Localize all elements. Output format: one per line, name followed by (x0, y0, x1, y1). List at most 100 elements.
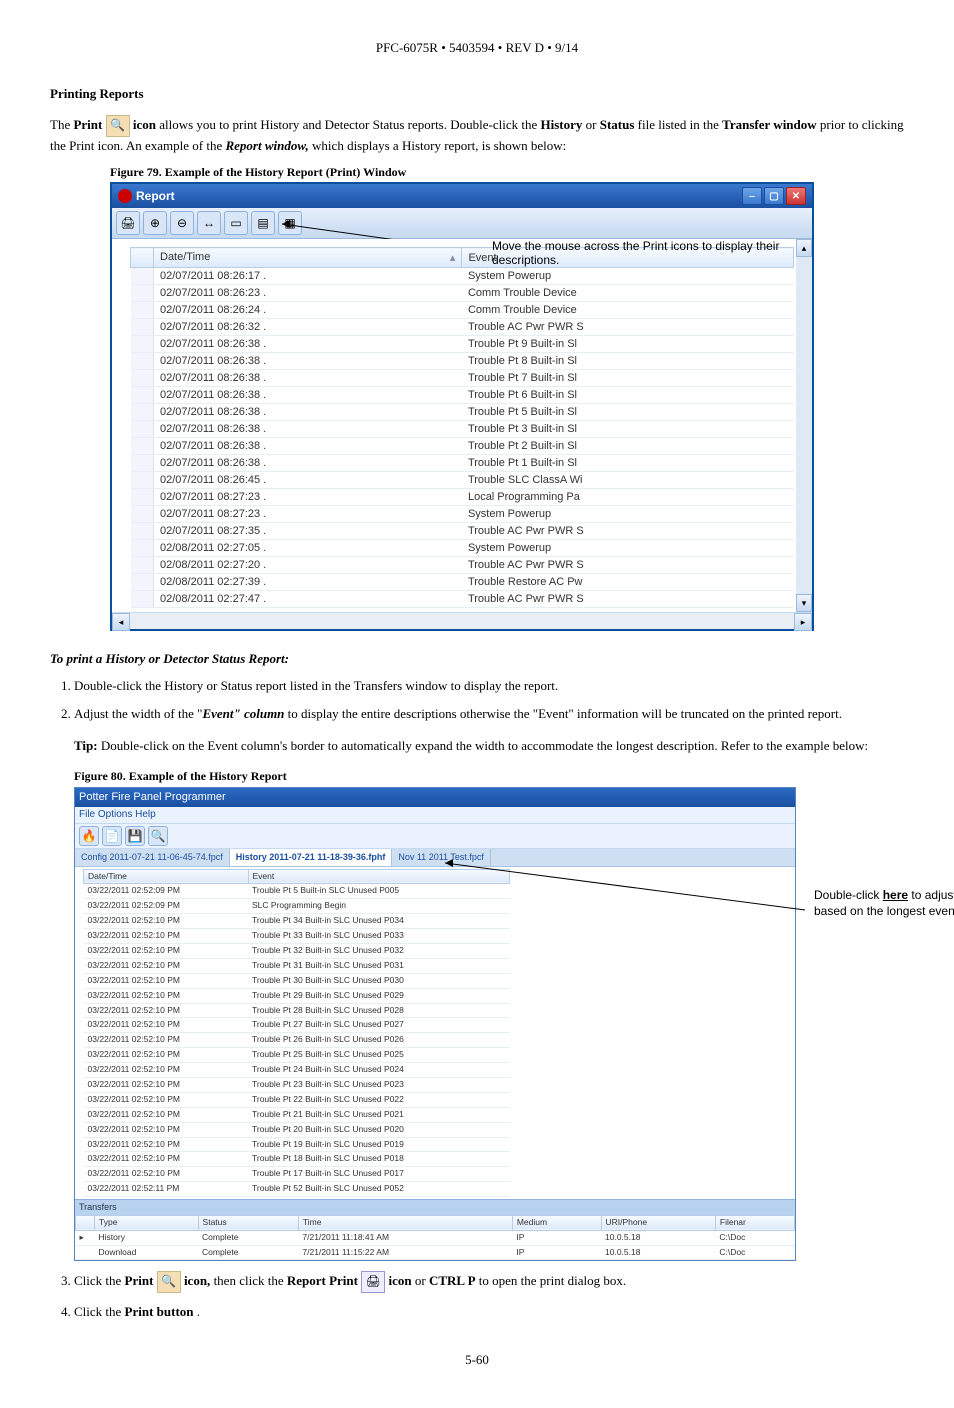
table-row[interactable]: 03/22/2011 02:52:10 PMTrouble Pt 25 Buil… (84, 1048, 510, 1063)
print-icon[interactable]: 🖨 (116, 211, 140, 235)
row-selector[interactable] (131, 438, 154, 455)
cell-datetime: 02/07/2011 08:26:38 . (154, 336, 462, 353)
tool-icon-1[interactable]: 🔥 (79, 826, 99, 846)
table-row[interactable]: 02/07/2011 08:26:32 .Trouble AC Pwr PWR … (131, 319, 794, 336)
table-row[interactable]: 03/22/2011 02:52:10 PMTrouble Pt 29 Buil… (84, 988, 510, 1003)
table-row[interactable]: 02/07/2011 08:26:45 .Trouble SLC ClassA … (131, 472, 794, 489)
table-row[interactable]: 03/22/2011 02:52:10 PMTrouble Pt 22 Buil… (84, 1092, 510, 1107)
row-selector[interactable] (131, 472, 154, 489)
tab-history[interactable]: History 2011-07-21 11-18-39-36.fphf (230, 849, 393, 866)
table-row[interactable]: 03/22/2011 02:52:10 PMTrouble Pt 34 Buil… (84, 914, 510, 929)
transfers-col[interactable]: Time (298, 1215, 512, 1230)
table-row[interactable]: 02/07/2011 08:26:24 .Comm Trouble Device (131, 302, 794, 319)
row-selector[interactable] (131, 268, 154, 285)
row-selector[interactable] (131, 574, 154, 591)
table-row[interactable]: 02/07/2011 08:26:23 .Comm Trouble Device (131, 285, 794, 302)
transfers-col[interactable]: Medium (512, 1215, 601, 1230)
table-row[interactable]: 02/08/2011 02:27:47 .Trouble AC Pwr PWR … (131, 591, 794, 608)
table-row[interactable]: ▸HistoryComplete7/21/2011 11:18:41 AMIP1… (76, 1230, 795, 1245)
report-titlebar[interactable]: Report – ▢ ✕ (112, 184, 812, 208)
print-magnify-icon[interactable]: 🔍 (148, 826, 168, 846)
cell-datetime: 02/07/2011 08:26:32 . (154, 319, 462, 336)
tab-config[interactable]: Config 2011-07-21 11-06-45-74.fpcf (75, 849, 230, 866)
table-row[interactable]: 03/22/2011 02:52:10 PMTrouble Pt 30 Buil… (84, 973, 510, 988)
programmer-menubar[interactable]: File Options Help (75, 807, 795, 824)
maximize-button[interactable]: ▢ (764, 187, 784, 205)
row-selector[interactable] (131, 302, 154, 319)
zoom-in-icon[interactable]: ⊕ (143, 211, 167, 235)
transfers-col[interactable]: Type (95, 1215, 199, 1230)
table-row[interactable]: 02/07/2011 08:26:38 .Trouble Pt 6 Built-… (131, 387, 794, 404)
fit-width-icon[interactable]: ↔ (197, 211, 221, 235)
table-row[interactable]: 03/22/2011 02:52:10 PMTrouble Pt 31 Buil… (84, 958, 510, 973)
close-button[interactable]: ✕ (786, 187, 806, 205)
transfers-col[interactable]: Status (198, 1215, 298, 1230)
table-row[interactable]: 03/22/2011 02:52:10 PMTrouble Pt 21 Buil… (84, 1107, 510, 1122)
table-row[interactable]: 03/22/2011 02:52:10 PMTrouble Pt 27 Buil… (84, 1018, 510, 1033)
table-row[interactable]: 02/07/2011 08:26:38 .Trouble Pt 8 Built-… (131, 353, 794, 370)
row-selector[interactable] (131, 540, 154, 557)
table-row[interactable]: 03/22/2011 02:52:10 PMTrouble Pt 33 Buil… (84, 929, 510, 944)
table-row[interactable]: 02/07/2011 08:26:38 .Trouble Pt 9 Built-… (131, 336, 794, 353)
row-selector[interactable] (131, 285, 154, 302)
table-row[interactable]: 03/22/2011 02:52:10 PMTrouble Pt 20 Buil… (84, 1122, 510, 1137)
tool-icon-3[interactable]: 💾 (125, 826, 145, 846)
transfers-col[interactable]: URI/Phone (601, 1215, 715, 1230)
table-row[interactable]: 02/07/2011 08:26:38 .Trouble Pt 2 Built-… (131, 438, 794, 455)
cell-datetime: 02/07/2011 08:26:23 . (154, 285, 462, 302)
horizontal-scrollbar[interactable]: ◂ ▸ (112, 612, 812, 629)
table-row[interactable]: 03/22/2011 02:52:10 PMTrouble Pt 24 Buil… (84, 1063, 510, 1078)
row-selector[interactable] (131, 336, 154, 353)
row-selector[interactable] (131, 455, 154, 472)
table-row[interactable]: 03/22/2011 02:52:10 PMTrouble Pt 32 Buil… (84, 943, 510, 958)
row-selector[interactable] (131, 387, 154, 404)
minimize-button[interactable]: – (742, 187, 762, 205)
row-selector[interactable] (131, 523, 154, 540)
tool-icon-2[interactable]: 📄 (102, 826, 122, 846)
table-row[interactable]: 02/07/2011 08:26:38 .Trouble Pt 7 Built-… (131, 370, 794, 387)
row-selector[interactable] (131, 404, 154, 421)
table-row[interactable]: 02/07/2011 08:26:38 .Trouble Pt 3 Built-… (131, 421, 794, 438)
zoom-out-icon[interactable]: ⊖ (170, 211, 194, 235)
table-row[interactable]: 02/08/2011 02:27:20 .Trouble AC Pwr PWR … (131, 557, 794, 574)
col-datetime[interactable]: Date/Time ▴ (154, 248, 462, 268)
table-row[interactable]: 03/22/2011 02:52:10 PMTrouble Pt 26 Buil… (84, 1033, 510, 1048)
table-row[interactable]: 02/08/2011 02:27:39 .Trouble Restore AC … (131, 574, 794, 591)
table-row[interactable]: 03/22/2011 02:52:10 PMTrouble Pt 28 Buil… (84, 1003, 510, 1018)
col-datetime[interactable]: Date/Time (84, 869, 249, 884)
row-selector[interactable] (131, 421, 154, 438)
row-selector[interactable] (131, 370, 154, 387)
table-row[interactable]: 03/22/2011 02:52:10 PMTrouble Pt 17 Buil… (84, 1167, 510, 1182)
table-row[interactable]: 02/07/2011 08:26:17 .System Powerup (131, 268, 794, 285)
vertical-scrollbar[interactable]: ▴ ▾ (796, 239, 812, 612)
row-selector[interactable] (131, 319, 154, 336)
table-row[interactable]: 02/07/2011 08:27:23 .Local Programming P… (131, 489, 794, 506)
transfers-col[interactable]: Filenar (715, 1215, 794, 1230)
page-setup-icon[interactable]: ▤ (251, 211, 275, 235)
row-selector[interactable] (131, 591, 154, 608)
full-page-icon[interactable]: ▭ (224, 211, 248, 235)
table-row[interactable]: 03/22/2011 02:52:10 PMTrouble Pt 18 Buil… (84, 1152, 510, 1167)
row-selector[interactable] (131, 489, 154, 506)
row-selector[interactable] (131, 557, 154, 574)
cell-datetime: 02/07/2011 08:27:23 . (154, 489, 462, 506)
table-row[interactable]: 02/08/2011 02:27:05 .System Powerup (131, 540, 794, 557)
table-row[interactable]: 02/07/2011 08:26:38 .Trouble Pt 1 Built-… (131, 455, 794, 472)
scroll-down-button[interactable]: ▾ (796, 594, 812, 612)
text: or (586, 117, 600, 132)
programmer-titlebar[interactable]: Potter Fire Panel Programmer (75, 788, 795, 807)
table-row[interactable]: 03/22/2011 02:52:11 PMTrouble Pt 52 Buil… (84, 1182, 510, 1197)
row-selector[interactable] (131, 353, 154, 370)
table-row[interactable]: 03/22/2011 02:52:10 PMTrouble Pt 23 Buil… (84, 1078, 510, 1093)
cell-event: Trouble Pt 8 Built-in Sl (462, 353, 794, 370)
scroll-up-button[interactable]: ▴ (796, 239, 812, 257)
transfers-table: TypeStatusTimeMediumURI/PhoneFilenar ▸Hi… (75, 1215, 795, 1261)
scroll-left-button[interactable]: ◂ (112, 613, 130, 631)
table-row[interactable]: 02/07/2011 08:26:38 .Trouble Pt 5 Built-… (131, 404, 794, 421)
table-row[interactable]: DownloadComplete7/21/2011 11:15:22 AMIP1… (76, 1245, 795, 1260)
table-row[interactable]: 03/22/2011 02:52:10 PMTrouble Pt 19 Buil… (84, 1137, 510, 1152)
row-selector[interactable] (131, 506, 154, 523)
scroll-right-button[interactable]: ▸ (794, 613, 812, 631)
table-row[interactable]: 02/07/2011 08:27:35 .Trouble AC Pwr PWR … (131, 523, 794, 540)
table-row[interactable]: 02/07/2011 08:27:23 .System Powerup (131, 506, 794, 523)
